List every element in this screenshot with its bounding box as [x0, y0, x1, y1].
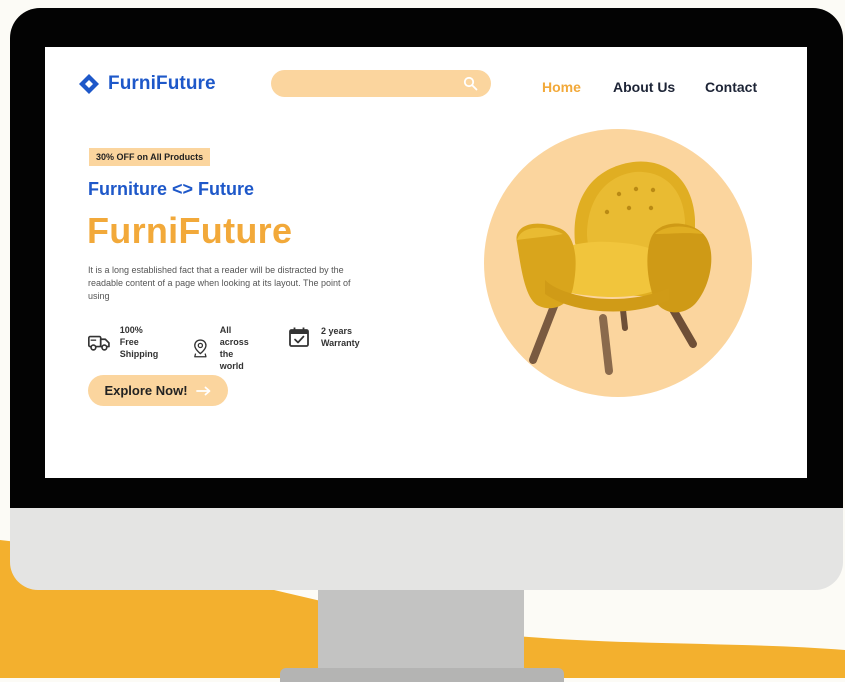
feature-warranty: 2 years Warranty [286, 324, 360, 350]
arrow-right-icon [195, 386, 210, 395]
feature-worldwide: All across the world [190, 324, 254, 372]
explore-now-label: Explore Now! [104, 383, 188, 398]
hero-armchair-image [484, 129, 752, 397]
monitor-stand-base [280, 668, 564, 682]
feature-worldwide-line1: All across [219, 325, 249, 347]
feature-warranty-line2: Warranty [321, 338, 360, 348]
truck-icon [88, 335, 110, 351]
calendar-check-icon [289, 327, 309, 347]
hero-title: FurniFuture [87, 210, 293, 251]
discount-badge: 30% OFF on All Products [89, 148, 211, 166]
nav-home-link[interactable]: Home [542, 79, 581, 95]
hero-tagline: Furniture <> Future [88, 179, 255, 199]
nav-about-link[interactable]: About Us [613, 79, 675, 95]
nav-contact-link[interactable]: Contact [705, 79, 757, 95]
monitor-stand [318, 590, 524, 678]
feature-shipping-line2: Shipping [119, 349, 159, 359]
brand-name: FurniFuture [108, 73, 216, 94]
feature-shipping: 100% Free Shipping [87, 324, 161, 360]
feature-warranty-line1: 2 years [321, 326, 353, 336]
monitor-chin [10, 508, 843, 590]
website-screen: FurniFuture Home About Us Contact 30% OF… [45, 47, 807, 478]
feature-shipping-line1: 100% Free [119, 325, 143, 347]
search-input[interactable] [271, 70, 491, 97]
hero-description: It is a long established fact that a rea… [88, 265, 351, 301]
brand-logo[interactable]: FurniFuture [78, 73, 216, 95]
navbar: FurniFuture Home About Us Contact [45, 47, 807, 125]
diamond-logo-icon [79, 74, 99, 94]
location-pin-icon [194, 339, 207, 358]
explore-now-button[interactable]: Explore Now! [88, 375, 228, 406]
feature-worldwide-line2: the world [219, 349, 244, 371]
search-icon[interactable] [463, 76, 478, 91]
